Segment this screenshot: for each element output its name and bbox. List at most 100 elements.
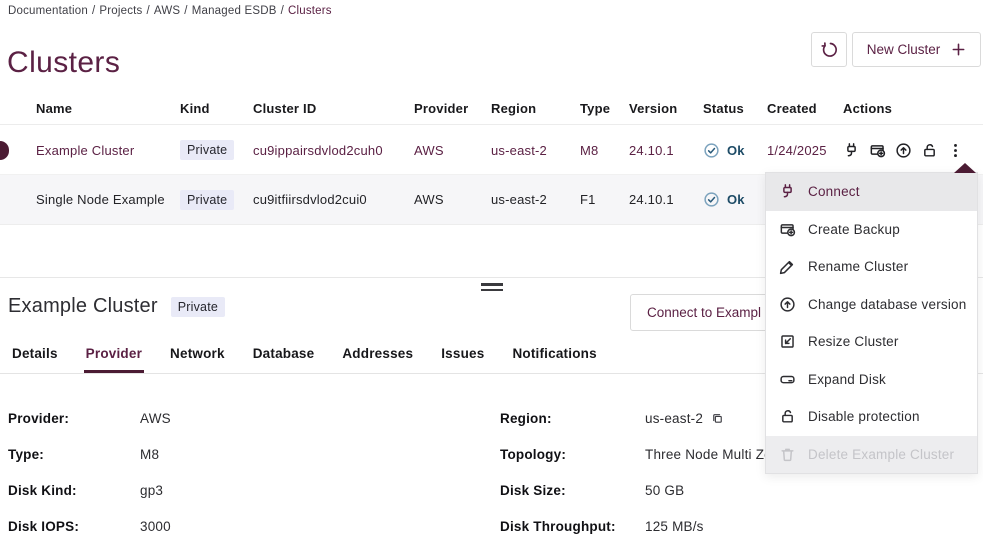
field-value-disk-size: 50 GB: [645, 483, 983, 498]
status-badge: Ok: [703, 142, 767, 159]
refresh-button[interactable]: [811, 32, 847, 67]
detail-kind-badge: Private: [171, 297, 225, 317]
new-cluster-label: New Cluster: [867, 42, 941, 57]
cell-version: 24.10.1: [629, 192, 703, 207]
tab-provider[interactable]: Provider: [84, 344, 144, 373]
menu-item-connect[interactable]: Connect: [766, 173, 977, 211]
breadcrumb-documentation[interactable]: Documentation: [8, 5, 88, 17]
status-text: Ok: [727, 143, 745, 158]
cell-cluster-id: cu9ippairsdvlod2cuh0: [253, 143, 414, 158]
clusters-page: Documentation/Projects/AWS/Managed ESDB/…: [0, 0, 983, 543]
cell-cluster-id: cu9itfiirsdvlod2cui0: [253, 192, 414, 207]
col-version: Version: [629, 101, 703, 116]
detail-title: Example Cluster: [8, 295, 158, 318]
menu-item-label: Connect: [808, 184, 860, 199]
kind-badge: Private: [180, 140, 234, 160]
menu-item-expand-disk[interactable]: Expand Disk: [766, 361, 977, 399]
col-type: Type: [580, 101, 629, 116]
col-cluster-id: Cluster ID: [253, 101, 414, 116]
page-title: Clusters: [7, 46, 120, 80]
breadcrumb-aws[interactable]: AWS: [154, 5, 180, 17]
tab-addresses[interactable]: Addresses: [340, 344, 415, 373]
create-backup-icon: [779, 221, 796, 238]
breadcrumb-separator: /: [92, 5, 95, 17]
breadcrumb-separator: /: [147, 5, 150, 17]
create-backup-icon[interactable]: [869, 142, 886, 159]
change-version-icon[interactable]: [895, 142, 912, 159]
field-label-provider: Provider:: [8, 411, 140, 426]
tab-network[interactable]: Network: [168, 344, 227, 373]
field-label-type: Type:: [8, 447, 140, 462]
cell-region: us-east-2: [491, 192, 580, 207]
menu-item-create-backup[interactable]: Create Backup: [766, 211, 977, 249]
protection-lock-icon[interactable]: [921, 142, 938, 159]
menu-item-delete-cluster: Delete Example Cluster: [766, 436, 977, 474]
menu-item-resize-cluster[interactable]: Resize Cluster: [766, 323, 977, 361]
col-created: Created: [767, 101, 843, 116]
copy-icon[interactable]: [711, 412, 724, 425]
detail-header: Example Cluster Private: [8, 295, 225, 318]
check-circle-icon: [703, 191, 720, 208]
field-label-topology: Topology:: [500, 447, 645, 462]
plus-icon: [951, 42, 966, 57]
menu-item-change-database-version[interactable]: Change database version: [766, 286, 977, 324]
unlock-icon: [779, 408, 796, 425]
field-label-disk-throughput: Disk Throughput:: [500, 519, 645, 534]
table-row[interactable]: Example Cluster Private cu9ippairsdvlod2…: [0, 126, 983, 175]
col-region: Region: [491, 101, 580, 116]
cell-name: Example Cluster: [36, 143, 180, 158]
field-value-disk-kind: gp3: [140, 483, 500, 498]
cell-name: Single Node Example: [36, 192, 180, 207]
breadcrumb-clusters[interactable]: Clusters: [288, 5, 332, 17]
new-cluster-button[interactable]: New Cluster: [852, 32, 981, 67]
field-value-region: us-east-2: [645, 411, 703, 426]
resize-icon: [779, 333, 796, 350]
connect-button-label: Connect to Exampl: [647, 305, 761, 320]
status-badge: Ok: [703, 191, 767, 208]
row-actions: [843, 142, 983, 159]
col-status: Status: [703, 101, 767, 116]
tab-issues[interactable]: Issues: [439, 344, 486, 373]
splitter-drag-handle[interactable]: [481, 283, 503, 294]
breadcrumb-projects[interactable]: Projects: [99, 5, 142, 17]
tab-details[interactable]: Details: [10, 344, 60, 373]
menu-item-disable-protection[interactable]: Disable protection: [766, 398, 977, 436]
cell-region: us-east-2: [491, 143, 580, 158]
tab-database[interactable]: Database: [251, 344, 317, 373]
cluster-actions-menu: Connect Create Backup Rename Cluster Cha…: [765, 172, 978, 474]
field-value-disk-iops: 3000: [140, 519, 500, 534]
menu-item-label: Resize Cluster: [808, 334, 899, 349]
arrow-up-circle-icon: [779, 296, 796, 313]
kebab-menu-icon[interactable]: [947, 142, 964, 159]
cell-created: 1/24/2025: [767, 143, 843, 158]
col-actions: Actions: [843, 101, 983, 116]
cell-type: F1: [580, 192, 629, 207]
breadcrumb-managed-esdb[interactable]: Managed ESDB: [192, 5, 277, 17]
field-label-region: Region:: [500, 411, 645, 426]
menu-item-label: Delete Example Cluster: [808, 447, 954, 462]
col-kind: Kind: [180, 101, 253, 116]
kind-badge: Private: [180, 190, 234, 210]
cell-provider: AWS: [414, 143, 491, 158]
table-header: Name Kind Cluster ID Provider Region Typ…: [0, 92, 983, 125]
menu-item-rename-cluster[interactable]: Rename Cluster: [766, 248, 977, 286]
breadcrumb-separator: /: [281, 5, 284, 17]
cell-provider: AWS: [414, 192, 491, 207]
menu-item-label: Rename Cluster: [808, 259, 908, 274]
disk-icon: [779, 371, 796, 388]
trash-icon: [779, 446, 796, 463]
cell-type: M8: [580, 143, 629, 158]
tab-notifications[interactable]: Notifications: [510, 344, 598, 373]
check-circle-icon: [703, 142, 720, 159]
field-label-disk-size: Disk Size:: [500, 483, 645, 498]
col-provider: Provider: [414, 101, 491, 116]
field-value-disk-throughput: 125 MB/s: [645, 519, 983, 534]
menu-item-label: Disable protection: [808, 409, 920, 424]
plug-icon: [779, 183, 796, 200]
pencil-icon: [779, 258, 796, 275]
field-label-disk-iops: Disk IOPS:: [8, 519, 140, 534]
menu-item-label: Create Backup: [808, 222, 900, 237]
refresh-icon: [820, 40, 839, 59]
field-value-type: M8: [140, 447, 500, 462]
connect-plug-icon[interactable]: [843, 142, 860, 159]
